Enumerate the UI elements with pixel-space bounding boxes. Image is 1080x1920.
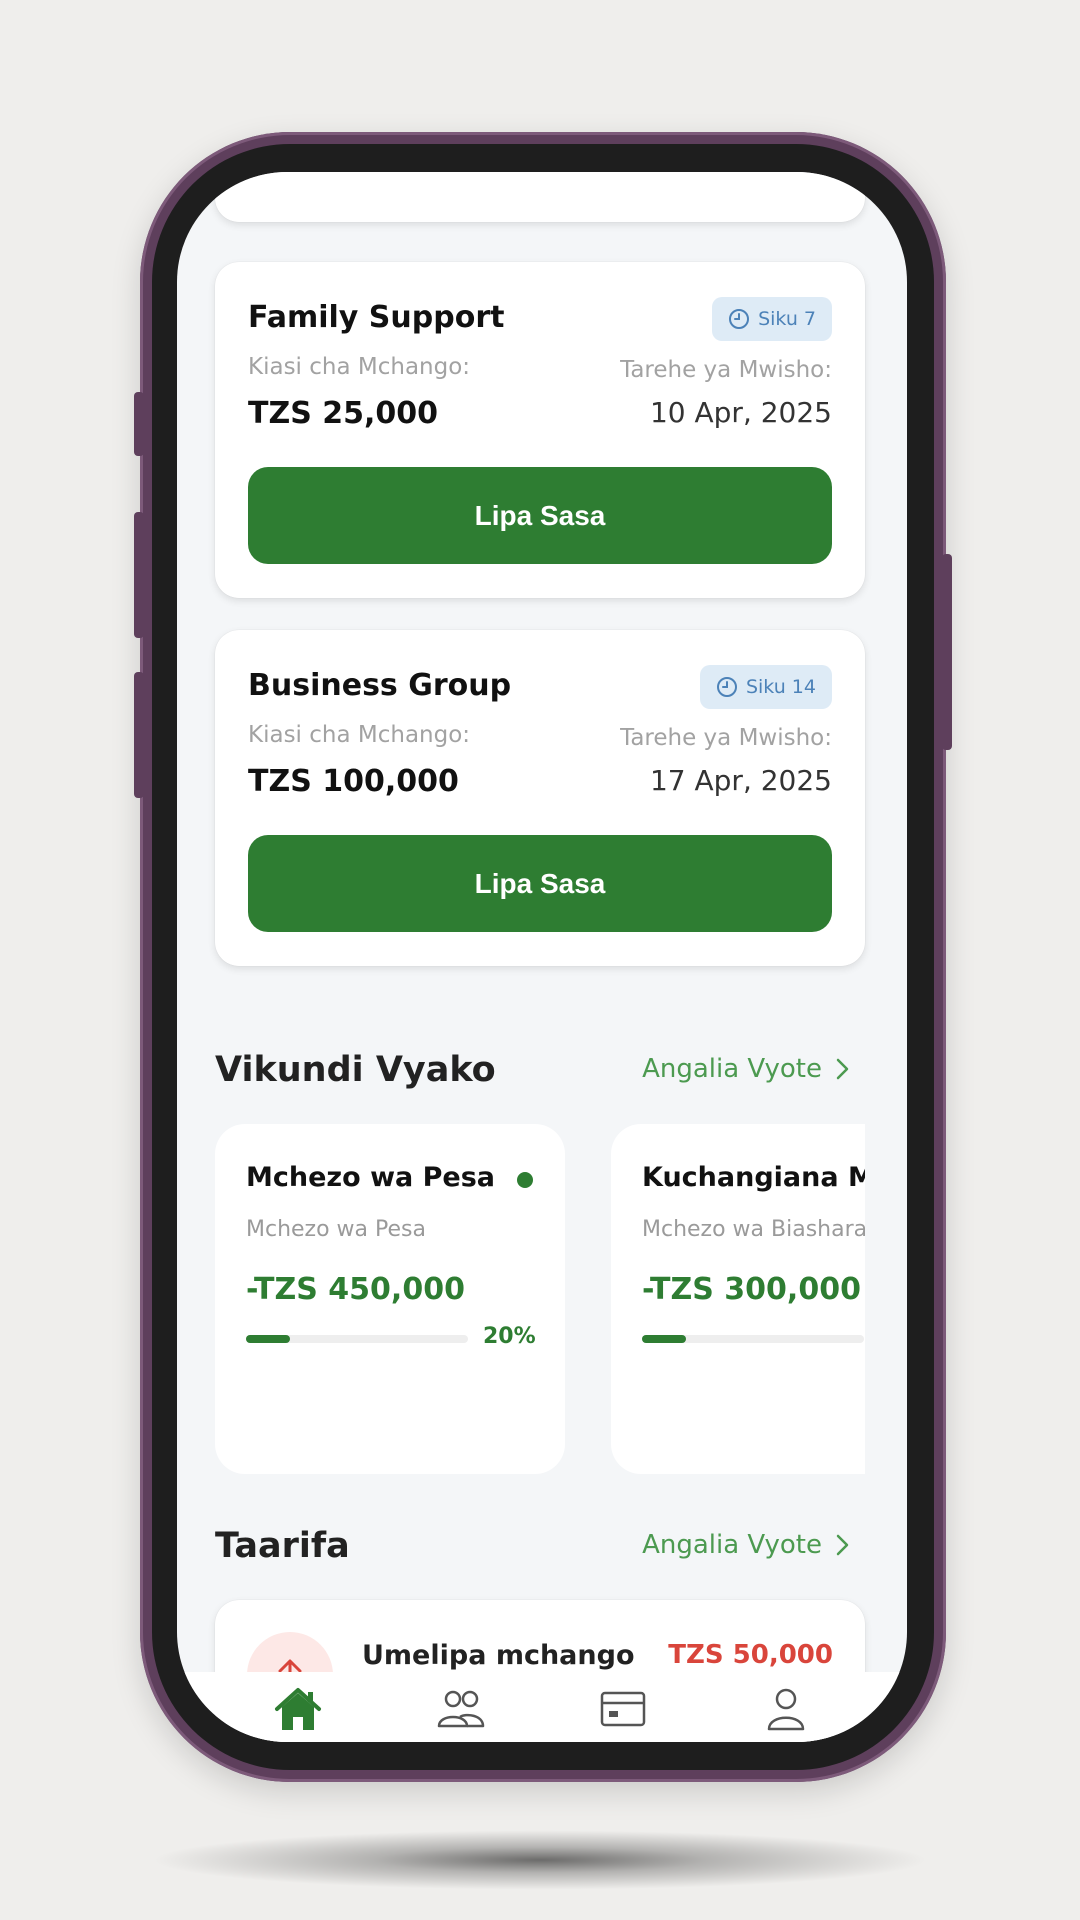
- volume-up-button: [134, 512, 144, 638]
- see-all-label: Angalia Vyote: [642, 1530, 822, 1560]
- nav-profile[interactable]: [756, 1686, 816, 1736]
- active-status-dot: [517, 1172, 533, 1188]
- previous-card: [215, 172, 865, 222]
- profile-icon: [767, 1688, 804, 1731]
- payment-card-title: Family Support: [248, 300, 505, 335]
- contribution-amount: TZS 100,000: [248, 764, 459, 799]
- group-balance: -TZS 300,000: [642, 1272, 861, 1307]
- app-screen: Family Support Siku 7 Kiasi cha Mchango:…: [177, 172, 907, 1742]
- payment-card: Family Support Siku 7 Kiasi cha Mchango:…: [215, 262, 865, 598]
- nav-home[interactable]: [268, 1686, 328, 1736]
- pay-now-button[interactable]: Lipa Sasa: [248, 467, 832, 564]
- group-card[interactable]: Mchezo wa Pesa Mchezo wa Pesa -TZS 450,0…: [215, 1124, 565, 1474]
- payment-card: Business Group Siku 14 Kiasi cha Mchango…: [215, 630, 865, 966]
- group-name: Kuchangiana Mta: [642, 1162, 865, 1193]
- days-badge-label: Siku 7: [758, 308, 816, 330]
- amount-label: Kiasi cha Mchango:: [248, 722, 471, 748]
- progress-track: [246, 1335, 468, 1343]
- groups-see-all-link[interactable]: Angalia Vyote: [642, 1054, 852, 1084]
- side-button: [134, 392, 144, 456]
- notification-amount: TZS 50,000: [668, 1640, 833, 1670]
- due-date: 10 Apr, 2025: [649, 396, 832, 429]
- groups-section-title: Vikundi Vyako: [215, 1050, 496, 1090]
- groups-carousel[interactable]: Mchezo wa Pesa Mchezo wa Pesa -TZS 450,0…: [215, 1124, 865, 1474]
- days-badge: Siku 14: [699, 665, 832, 709]
- clock-icon: [729, 309, 750, 329]
- group-balance: -TZS 450,000: [246, 1272, 465, 1307]
- notifications-section-title: Taarifa: [215, 1526, 350, 1566]
- group-card[interactable]: Kuchangiana Mta Mchezo wa Biashara -TZS …: [611, 1124, 865, 1474]
- due-date: 17 Apr, 2025: [649, 764, 832, 797]
- nav-groups[interactable]: [431, 1686, 491, 1736]
- days-badge-label: Siku 14: [745, 676, 816, 698]
- home-icon: [275, 1688, 322, 1730]
- phone-shadow: [150, 1830, 930, 1890]
- progress-percent: 20%: [483, 1324, 536, 1349]
- scroll-content[interactable]: Family Support Siku 7 Kiasi cha Mchango:…: [177, 172, 907, 1742]
- notifications-see-all-link[interactable]: Angalia Vyote: [642, 1530, 852, 1560]
- bottom-navigation: [177, 1672, 907, 1742]
- contribution-amount: TZS 25,000: [248, 396, 439, 431]
- progress-track: [642, 1335, 864, 1343]
- days-badge: Siku 7: [712, 297, 832, 341]
- progress-fill: [642, 1335, 687, 1343]
- progress-fill: [246, 1335, 291, 1343]
- due-date-label: Tarehe ya Mwisho:: [620, 357, 832, 383]
- groups-icon: [437, 1690, 484, 1728]
- chevron-right-icon: [836, 1534, 849, 1556]
- amount-label: Kiasi cha Mchango:: [248, 354, 471, 380]
- card-icon: [601, 1691, 646, 1727]
- see-all-label: Angalia Vyote: [642, 1054, 822, 1084]
- due-date-label: Tarehe ya Mwisho:: [620, 725, 832, 751]
- payment-card-title: Business Group: [248, 668, 512, 703]
- group-type: Mchezo wa Biashara: [642, 1217, 865, 1242]
- group-name: Mchezo wa Pesa: [246, 1162, 496, 1193]
- chevron-right-icon: [836, 1058, 849, 1080]
- notification-title: Umelipa mchango: [362, 1640, 635, 1671]
- clock-icon: [716, 677, 737, 697]
- group-type: Mchezo wa Pesa: [246, 1217, 426, 1242]
- volume-down-button: [134, 672, 144, 798]
- nav-payments[interactable]: [593, 1686, 653, 1736]
- power-button: [942, 554, 952, 750]
- pay-now-button[interactable]: Lipa Sasa: [248, 835, 832, 932]
